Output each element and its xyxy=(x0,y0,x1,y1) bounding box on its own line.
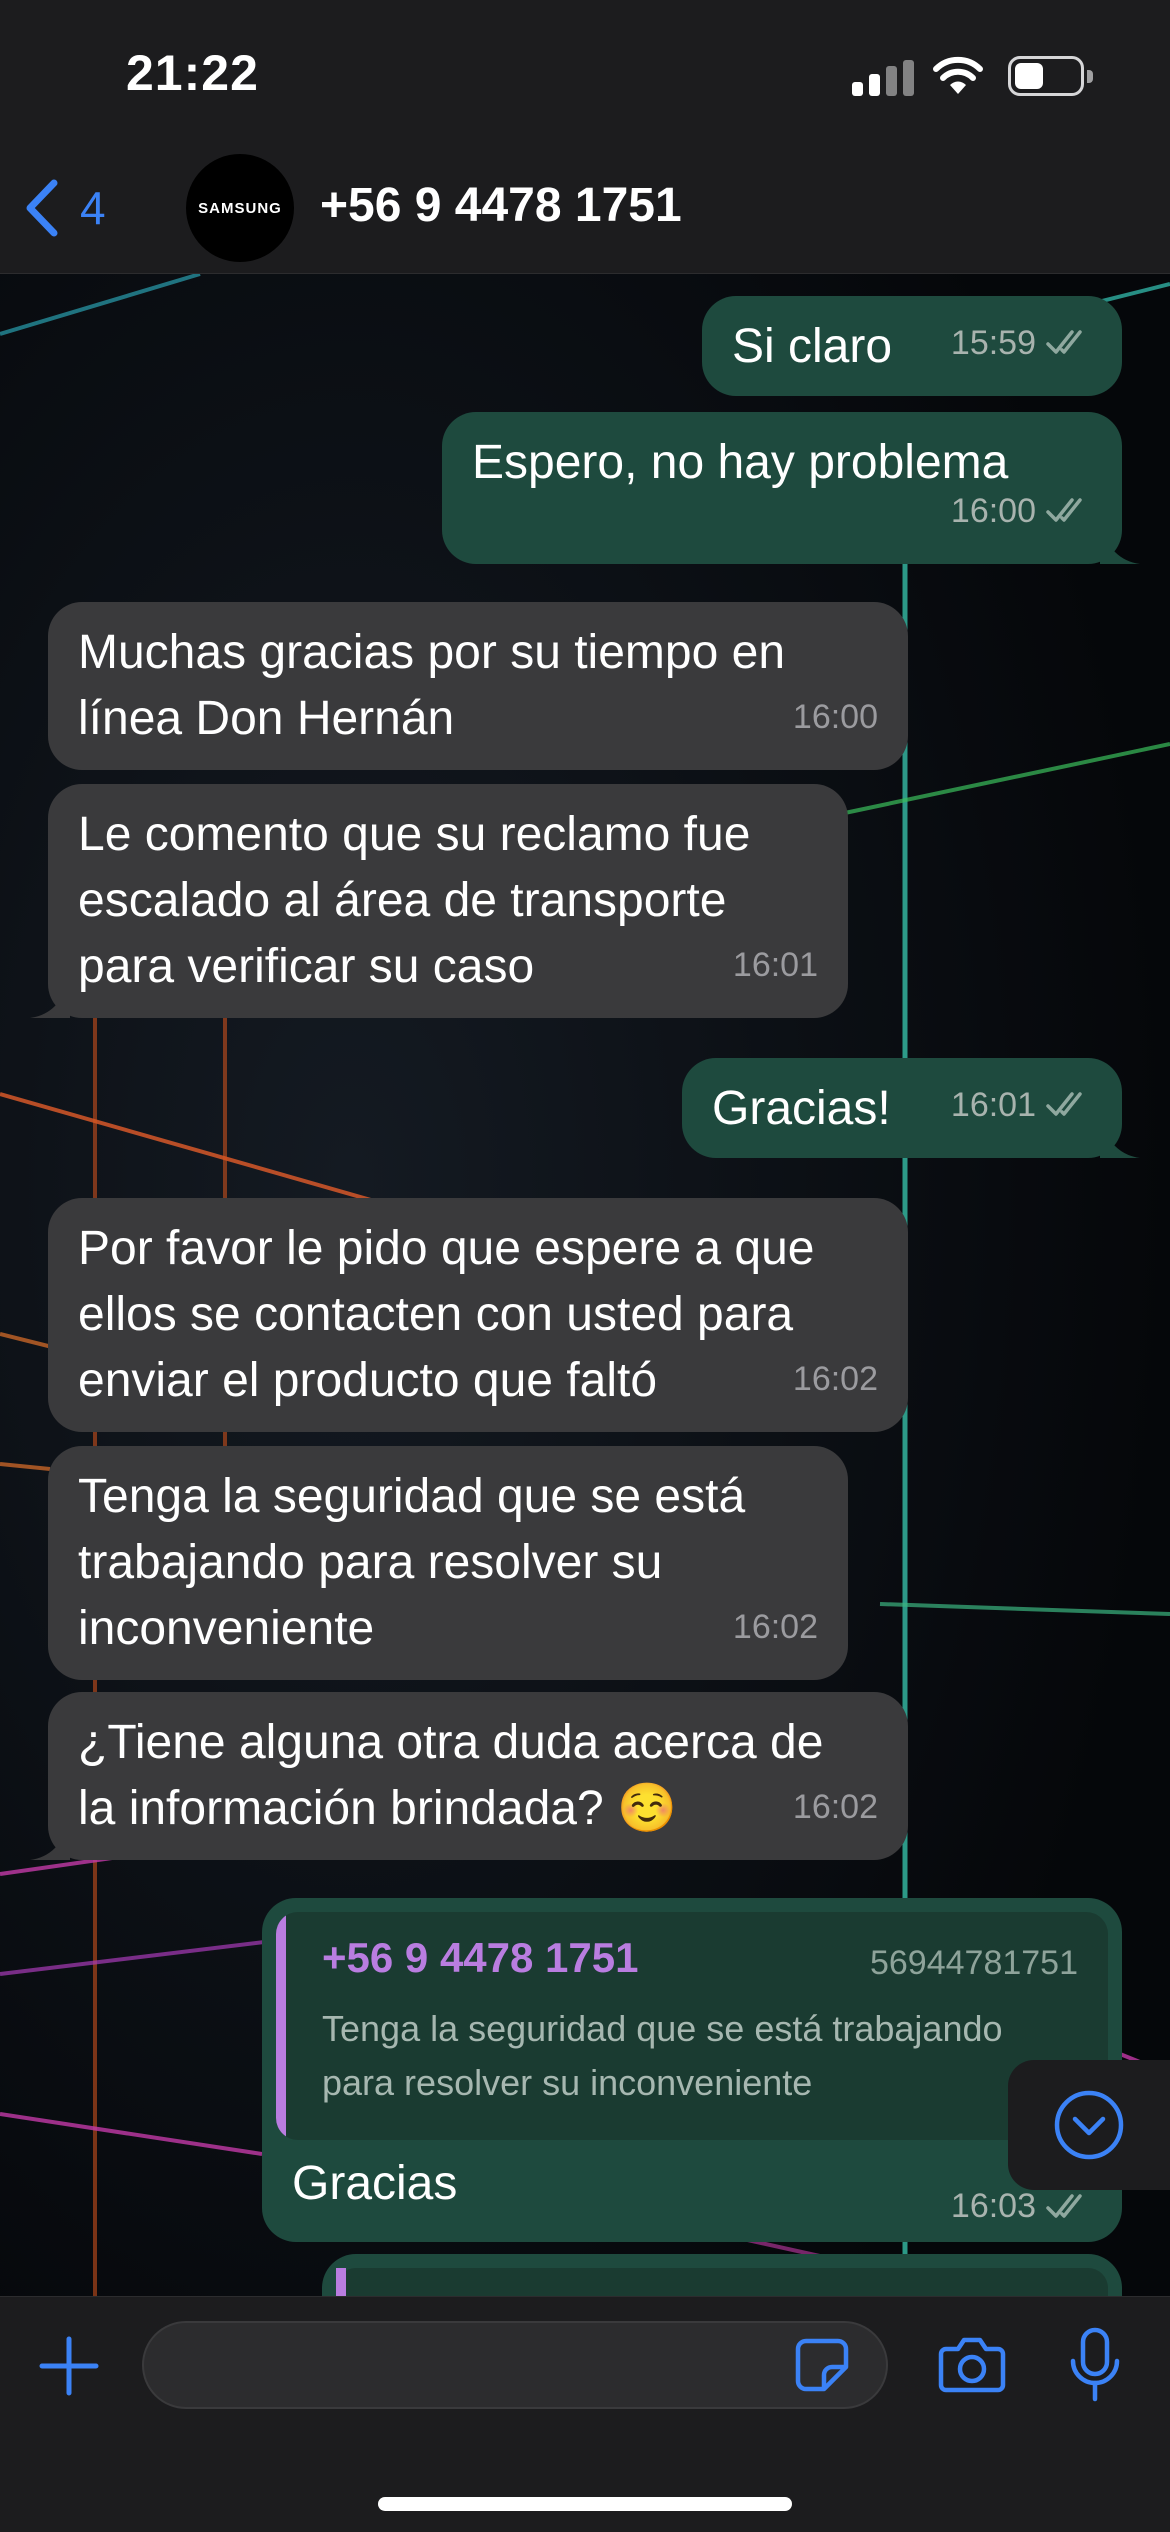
read-receipt-icon xyxy=(1046,2193,1082,2218)
chat-header: 4 SAMSUNG +56 9 4478 1751 xyxy=(0,150,1170,274)
quoted-text-line: para resolver su inconveniente xyxy=(322,2062,813,2103)
chat-area[interactable]: Si claro 15:59 Espero, no hay problema 1… xyxy=(0,274,1170,2296)
message-time: 16:02 xyxy=(792,1360,878,1398)
message-bubble-incoming[interactable]: ¿Tiene alguna otra duda acerca de la inf… xyxy=(48,1692,908,1860)
message-text: Tenga la seguridad que se está xyxy=(78,1470,746,1523)
message-text: Le comento que su reclamo fue xyxy=(78,808,751,861)
cellular-signal-icon xyxy=(852,60,914,96)
sticker-icon[interactable] xyxy=(794,2337,850,2393)
message-time: 16:01 xyxy=(732,946,818,984)
message-text: ellos se contacten con usted para xyxy=(78,1288,794,1341)
bubble-tail xyxy=(1100,1118,1140,1158)
bubble-tail xyxy=(30,1820,70,1860)
quote-accent-bar xyxy=(276,1912,286,2140)
microphone-icon[interactable] xyxy=(1068,2327,1122,2403)
message-text: línea Don Hernán xyxy=(78,692,455,745)
message-bubble-incoming[interactable]: Le comento que su reclamo fue escalado a… xyxy=(48,784,848,1018)
message-bubble-incoming[interactable]: Tenga la seguridad que se está trabajand… xyxy=(48,1446,848,1680)
message-bubble-outgoing[interactable]: Gracias! 16:01 xyxy=(682,1058,1122,1158)
message-text: Gracias xyxy=(292,2157,458,2210)
message-bubble-incoming[interactable]: Muchas gracias por su tiempo en línea Do… xyxy=(48,602,908,770)
avatar-logo-text: SAMSUNG xyxy=(198,199,282,217)
contact-avatar[interactable]: SAMSUNG xyxy=(186,154,294,262)
message-time: 16:02 xyxy=(792,1788,878,1826)
reply-message-bubble[interactable]: +56 9 4478 1751 56944781751 Tenga la seg… xyxy=(262,1898,1122,2242)
message-time: 16:00 xyxy=(792,698,878,736)
home-indicator[interactable] xyxy=(378,2497,792,2511)
message-time: 16:01 xyxy=(950,1086,1036,1124)
chevron-down-circle-icon xyxy=(1054,2090,1124,2160)
quoted-text: Tenga la seguridad que se está trabajand… xyxy=(322,2002,1092,2110)
read-receipt-icon xyxy=(1046,1092,1082,1116)
message-time: 15:59 xyxy=(950,324,1036,362)
message-time: 16:03 xyxy=(950,2187,1036,2225)
quoted-sender-number: 56944781751 xyxy=(869,1944,1078,1982)
battery-icon xyxy=(1008,56,1093,96)
message-text: Muchas gracias por su tiempo en xyxy=(78,626,786,679)
message-text: ¿Tiene alguna otra duda acerca de xyxy=(78,1716,824,1769)
quoted-message xyxy=(336,2268,1108,2296)
camera-icon[interactable] xyxy=(938,2335,1006,2393)
message-text: trabajando para resolver su xyxy=(78,1536,663,1589)
read-receipt-icon xyxy=(1046,330,1082,354)
plus-icon[interactable] xyxy=(38,2335,100,2397)
status-time: 21:22 xyxy=(126,45,259,101)
message-text: Por favor le pido que espere a que xyxy=(78,1222,815,1275)
quoted-message[interactable]: +56 9 4478 1751 56944781751 Tenga la seg… xyxy=(276,1912,1108,2140)
message-text: la información brindada? ☺️ xyxy=(78,1782,677,1835)
message-time: 16:00 xyxy=(950,492,1036,530)
message-bubble-incoming[interactable]: Por favor le pido que espere a que ellos… xyxy=(48,1198,908,1432)
message-text: inconveniente xyxy=(78,1602,375,1655)
message-text: para verificar su caso xyxy=(78,940,535,993)
unread-count: 4 xyxy=(80,182,106,234)
contact-name[interactable]: +56 9 4478 1751 xyxy=(320,178,682,233)
message-composer xyxy=(0,2296,1170,2532)
message-time: 16:02 xyxy=(732,1608,818,1646)
bubble-tail xyxy=(1100,524,1140,564)
wifi-icon xyxy=(933,56,983,94)
message-text: escalado al área de transporte xyxy=(78,874,727,927)
quote-accent-bar xyxy=(336,2268,346,2296)
message-bubble-outgoing-partial[interactable] xyxy=(322,2254,1122,2296)
message-bubble-outgoing[interactable]: Espero, no hay problema 16:00 xyxy=(442,412,1122,564)
bubble-tail xyxy=(30,978,70,1018)
quoted-text-line: Tenga la seguridad que se está trabajand… xyxy=(322,2008,1003,2049)
message-bubble-outgoing[interactable]: Si claro 15:59 xyxy=(702,296,1122,396)
message-input[interactable] xyxy=(142,2321,888,2409)
message-text: enviar el producto que faltó xyxy=(78,1354,658,1407)
status-bar: 21:22 xyxy=(0,0,1170,150)
back-button[interactable]: 4 xyxy=(24,176,144,240)
quoted-sender-name: +56 9 4478 1751 xyxy=(322,1934,639,1981)
read-receipt-icon xyxy=(1046,498,1082,522)
chevron-left-icon xyxy=(26,179,58,237)
scroll-to-bottom-button[interactable] xyxy=(1008,2060,1170,2190)
